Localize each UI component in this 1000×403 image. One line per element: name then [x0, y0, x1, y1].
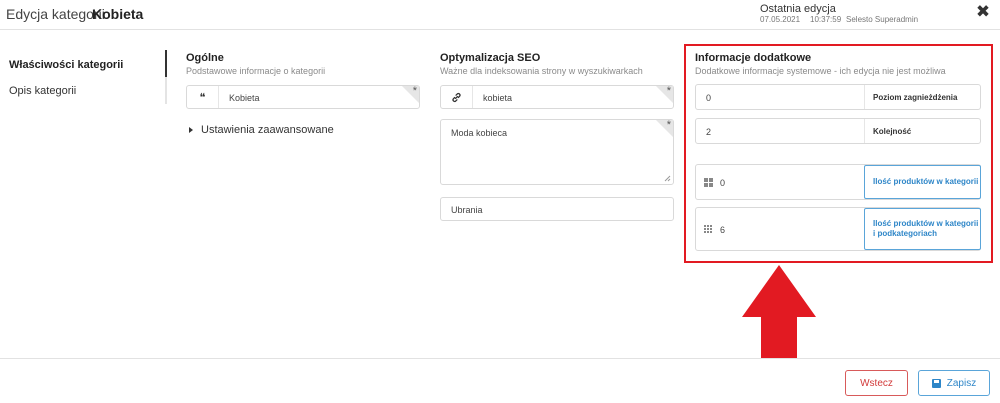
nav-item-properties[interactable]: Właściwości kategorii — [9, 59, 123, 71]
general-section-title: Ogólne — [186, 52, 224, 64]
last-edit-time: 10:37:59 — [810, 15, 842, 24]
back-button[interactable]: Wstecz — [845, 370, 908, 396]
side-navigation: Właściwości kategorii Opis kategorii — [0, 30, 180, 358]
resize-handle-icon[interactable] — [664, 175, 671, 182]
annotation-arrow-icon — [742, 265, 816, 368]
required-star-icon: * — [666, 85, 671, 97]
meta-title-value: Moda kobieca — [451, 128, 508, 138]
advanced-settings-label: Ustawienia zaawansowane — [201, 124, 334, 136]
highlight-box — [684, 44, 993, 263]
close-icon[interactable]: ✖ — [975, 3, 991, 20]
save-icon — [931, 378, 941, 388]
nav-item-description[interactable]: Opis kategorii — [9, 85, 76, 97]
required-star-icon: * — [412, 85, 417, 97]
general-section-subtitle: Podstawowe informacje o kategorii — [186, 66, 326, 76]
caret-right-icon — [189, 127, 193, 134]
required-star-icon: * — [666, 119, 671, 131]
last-edit-user: Selesto Superadmin — [846, 15, 919, 24]
last-edit-date: 07.05.2021 — [760, 15, 801, 24]
category-name-value: Kobieta — [229, 93, 260, 103]
quote-icon: ❝ — [187, 86, 219, 108]
page-title: Kobieta — [92, 6, 144, 22]
advanced-settings-toggle[interactable]: Ustawienia zaawansowane — [189, 124, 334, 136]
save-button-label: Zapisz — [946, 377, 977, 389]
url-field[interactable]: kobieta * — [440, 85, 674, 109]
seo-section-title: Optymalizacja SEO — [440, 52, 541, 64]
save-button[interactable]: Zapisz — [918, 370, 990, 396]
seo-section-subtitle: Ważne dla indeksowania strony w wyszukiw… — [440, 66, 643, 76]
modal-footer: Wstecz Zapisz — [0, 358, 1000, 403]
category-name-field[interactable]: ❝ Kobieta * — [186, 85, 420, 109]
nav-divider — [165, 50, 167, 104]
keywords-value: Ubrania — [451, 205, 483, 215]
back-button-label: Wstecz — [860, 377, 893, 389]
url-value: kobieta — [483, 93, 513, 103]
last-edit-label: Ostatnia edycja — [760, 3, 836, 15]
modal-header: Edycja kategorii: Kobieta Ostatnia edycj… — [0, 0, 1000, 30]
keywords-field[interactable]: Ubrania — [440, 197, 674, 221]
meta-title-textarea[interactable]: Moda kobieca * — [440, 119, 674, 185]
nav-active-indicator — [165, 50, 167, 77]
link-icon — [441, 86, 473, 108]
